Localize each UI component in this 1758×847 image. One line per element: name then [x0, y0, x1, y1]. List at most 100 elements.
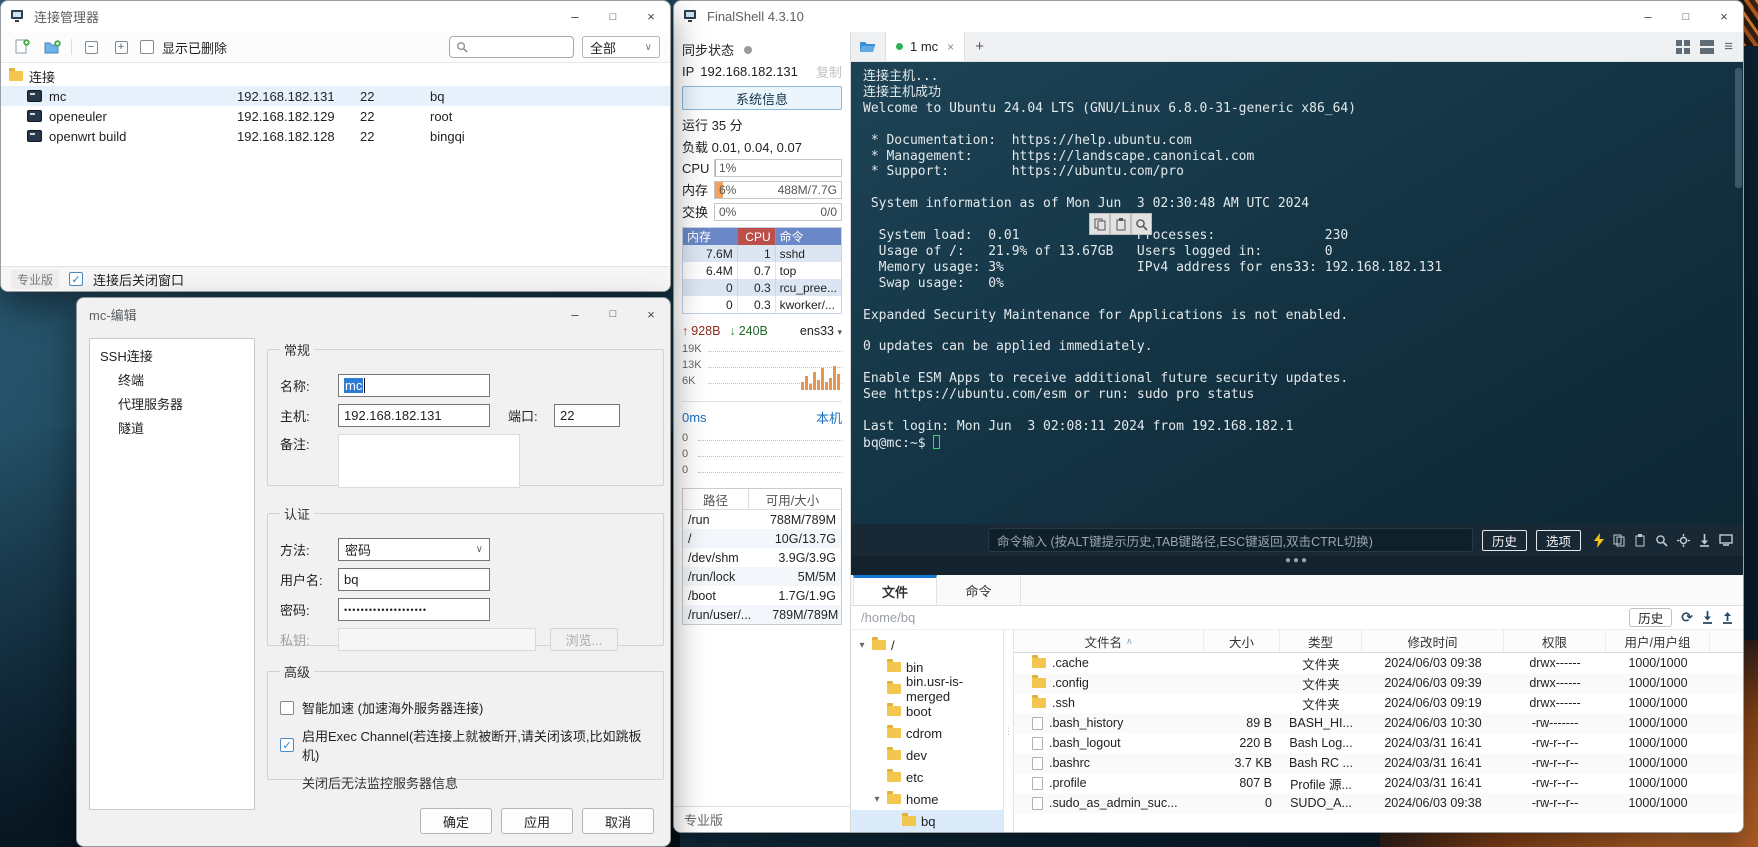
tree-item[interactable]: dev: [851, 744, 1003, 766]
download-icon[interactable]: [1699, 534, 1710, 547]
dialog-nav-item[interactable]: 终端: [90, 369, 254, 393]
download-icon[interactable]: [1702, 611, 1713, 624]
tree-item[interactable]: bin.usr-is-merged: [851, 678, 1003, 700]
tree-item[interactable]: cdrom: [851, 722, 1003, 744]
method-select[interactable]: 密码∨: [338, 538, 490, 561]
connection-row[interactable]: mc192.168.182.13122bq: [1, 86, 670, 106]
process-col-header[interactable]: 命令: [775, 228, 841, 245]
file-row[interactable]: .bash_logout220 BBash Log...2024/03/31 1…: [1014, 733, 1743, 753]
new-tab-button[interactable]: +: [975, 38, 984, 55]
upload-icon[interactable]: [1722, 611, 1733, 624]
maximize-icon[interactable]: □: [594, 1, 632, 32]
file-row[interactable]: .cache文件夹2024/06/03 09:38drwx------1000/…: [1014, 653, 1743, 673]
close-icon[interactable]: ×: [632, 298, 670, 330]
tree-item[interactable]: bq: [851, 810, 1003, 832]
apply-button[interactable]: 应用: [501, 808, 573, 834]
dialog-nav-item[interactable]: 隧道: [90, 417, 254, 441]
exec-channel-checkbox[interactable]: ✓: [280, 738, 294, 752]
tree-item[interactable]: ▾home: [851, 788, 1003, 810]
terminal-scrollbar[interactable]: [1735, 68, 1742, 188]
minimize-icon[interactable]: –: [1629, 1, 1667, 32]
minimize-icon[interactable]: –: [556, 298, 594, 330]
search-input[interactable]: [473, 39, 553, 55]
file-row[interactable]: .profile807 BProfile 源...2024/03/31 16:4…: [1014, 773, 1743, 793]
maximize-icon[interactable]: □: [594, 298, 632, 330]
copy-icon[interactable]: [1089, 213, 1110, 235]
close-after-connect-checkbox[interactable]: ✓: [69, 272, 83, 286]
tab-files[interactable]: 文件: [853, 575, 937, 605]
username-field[interactable]: bq: [338, 568, 490, 591]
filter-select[interactable]: 全部 ∨: [582, 36, 660, 58]
file-col-header[interactable]: 权限: [1504, 630, 1606, 652]
gear-icon[interactable]: [1677, 534, 1690, 547]
copy-icon[interactable]: [1613, 534, 1625, 547]
connection-row[interactable]: openwrt build192.168.182.12822bingqi: [1, 126, 670, 146]
file-row[interactable]: .config文件夹2024/06/03 09:39drwx------1000…: [1014, 673, 1743, 693]
monitor-icon[interactable]: [1719, 534, 1733, 546]
paste-icon[interactable]: [1634, 534, 1646, 547]
layout-split-icon[interactable]: [1700, 40, 1714, 54]
file-col-header[interactable]: 用户/用户组: [1606, 630, 1710, 652]
panel-splitter[interactable]: ●●●: [851, 556, 1743, 575]
connection-row[interactable]: openeuler192.168.182.12922root: [1, 106, 670, 126]
close-icon[interactable]: ×: [1705, 1, 1743, 32]
process-col-header[interactable]: 内存: [683, 228, 737, 245]
options-button[interactable]: 选项: [1536, 530, 1581, 551]
new-folder-button[interactable]: [41, 36, 63, 58]
dialog-titlebar[interactable]: mc-编辑 – □ ×: [77, 298, 670, 330]
connections-root[interactable]: 连接: [1, 66, 670, 86]
file-col-header[interactable]: 修改时间: [1362, 630, 1504, 652]
tab-close-icon[interactable]: ×: [947, 40, 954, 54]
maximize-icon[interactable]: □: [1667, 1, 1705, 32]
port-field[interactable]: 22: [554, 404, 620, 427]
tree-item[interactable]: ▾/: [851, 634, 1003, 656]
path-input[interactable]: /home/bq: [861, 610, 1620, 625]
show-deleted-checkbox[interactable]: ✓: [140, 40, 154, 54]
close-icon[interactable]: ×: [632, 1, 670, 32]
terminal[interactable]: 连接主机...连接主机成功Welcome to Ubuntu 24.04 LTS…: [851, 62, 1743, 524]
process-col-header[interactable]: CPU: [737, 228, 775, 245]
tab-commands[interactable]: 命令: [937, 575, 1021, 605]
menu-icon[interactable]: ≡: [1724, 38, 1733, 55]
main-titlebar[interactable]: FinalShell 4.3.10 – □ ×: [674, 1, 1743, 32]
tree-splitter[interactable]: ⋮: [1003, 630, 1013, 832]
path-history-button[interactable]: 历史: [1629, 608, 1672, 627]
expand-all-icon[interactable]: +: [110, 36, 132, 58]
password-field[interactable]: ••••••••••••••••••••: [338, 598, 490, 621]
new-connection-button[interactable]: [11, 36, 33, 58]
refresh-icon[interactable]: ⟳: [1681, 609, 1693, 626]
tree-item[interactable]: etc: [851, 766, 1003, 788]
search-icon[interactable]: [1131, 213, 1152, 235]
connection-manager-titlebar[interactable]: 连接管理器 – □ ×: [1, 1, 670, 32]
ok-button[interactable]: 确定: [420, 808, 492, 834]
file-row[interactable]: .sudo_as_admin_suc...0SUDO_A...2024/06/0…: [1014, 793, 1743, 813]
file-row[interactable]: .ssh文件夹2024/06/03 09:19drwx------1000/10…: [1014, 693, 1743, 713]
command-input[interactable]: 命令输入 (按ALT键提示历史,TAB键路径,ESC键返回,双击CTRL切换): [988, 528, 1473, 552]
file-row[interactable]: .bash_history89 BBASH_HI...2024/06/03 10…: [1014, 713, 1743, 733]
note-field[interactable]: [338, 434, 520, 488]
host-field[interactable]: 192.168.182.131: [338, 404, 490, 427]
file-col-header[interactable]: 文件名∧: [1014, 630, 1204, 652]
dialog-nav-item[interactable]: 代理服务器: [90, 393, 254, 417]
history-button[interactable]: 历史: [1482, 530, 1527, 551]
connection-search[interactable]: [449, 36, 574, 58]
file-col-header[interactable]: 类型: [1280, 630, 1362, 652]
paste-icon[interactable]: [1110, 213, 1131, 235]
collapse-all-icon[interactable]: −: [80, 36, 102, 58]
system-info-button[interactable]: 系统信息: [682, 86, 842, 110]
dialog-nav-item[interactable]: SSH连接: [90, 345, 254, 369]
smart-accel-checkbox[interactable]: ✓: [280, 701, 294, 715]
cancel-button[interactable]: 取消: [582, 808, 654, 834]
layout-grid-icon[interactable]: [1676, 40, 1690, 54]
disk-col-header[interactable]: 可用/大小: [749, 490, 841, 509]
file-col-header[interactable]: 大小: [1204, 630, 1280, 652]
search-icon[interactable]: [1655, 534, 1668, 547]
copy-ip-button[interactable]: 复制: [816, 62, 842, 81]
file-row[interactable]: .bashrc3.7 KBBash RC ...2024/03/31 16:41…: [1014, 753, 1743, 773]
lightning-icon[interactable]: [1594, 533, 1604, 548]
disk-col-header[interactable]: 路径: [683, 489, 749, 509]
interface-select[interactable]: ens33 ▾: [800, 324, 842, 338]
session-tab[interactable]: 1 mc ×: [885, 32, 965, 61]
ping-host-label[interactable]: 本机: [816, 408, 842, 427]
name-field[interactable]: mc: [338, 374, 490, 397]
